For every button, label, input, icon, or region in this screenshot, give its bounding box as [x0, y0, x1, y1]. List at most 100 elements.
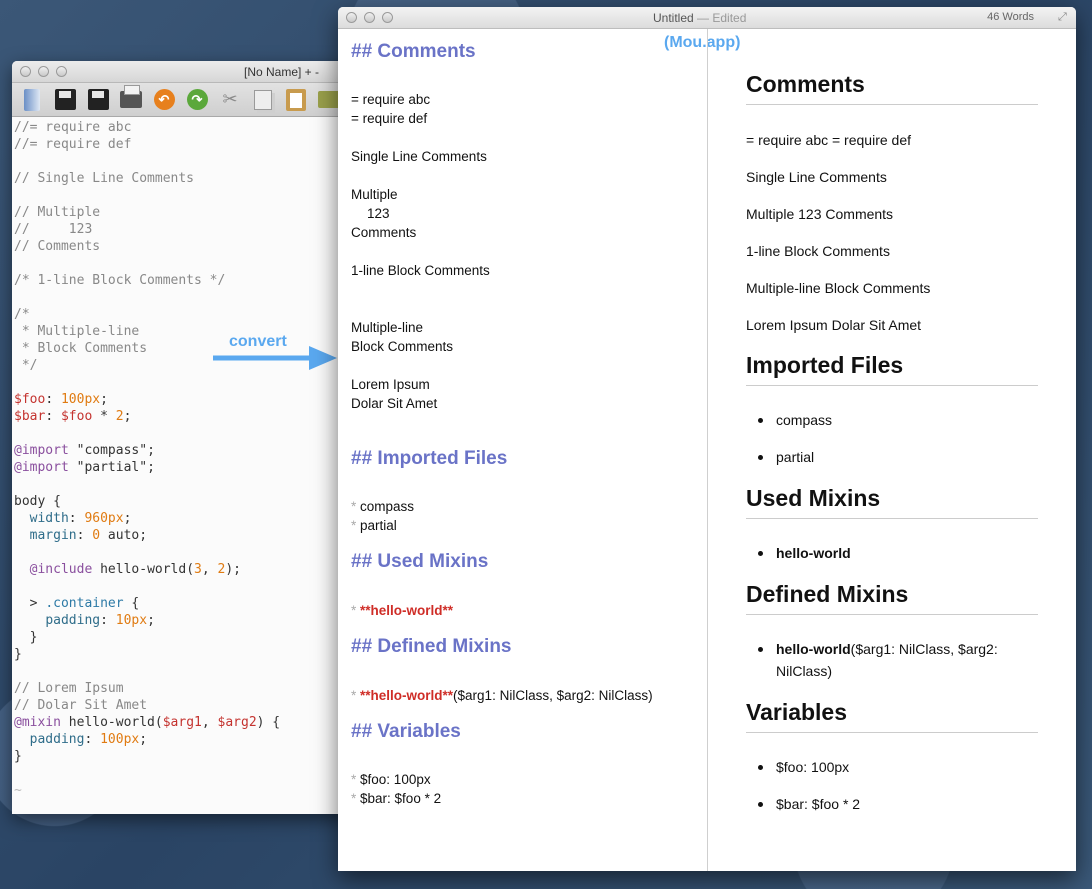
code-line: /* 1-line Block Comments */	[14, 273, 226, 288]
mou-window-title: Untitled — Edited	[653, 11, 746, 25]
preview-paragraph: Multiple-line Block Comments	[746, 280, 931, 296]
preview-list-item: hello-world	[758, 542, 851, 564]
preview-heading-defined-mixins: Defined Mixins	[746, 581, 1038, 615]
md-heading-used-mixins: ## Used Mixins	[351, 551, 489, 572]
redo-icon[interactable]: ↷	[185, 88, 209, 112]
code-line: // Lorem Ipsum	[14, 681, 124, 696]
paste-icon[interactable]	[284, 88, 308, 112]
arrow-right-icon	[213, 346, 337, 370]
preview-list-item: hello-world($arg1: NilClass, $arg2: NilC…	[758, 638, 1038, 682]
word-count: 46 Words	[987, 11, 1034, 23]
md-text: ($arg1: NilClass, $arg2: NilClass)	[453, 688, 653, 703]
code-line: }	[14, 630, 38, 645]
md-list-item: * **hello-world**	[351, 601, 453, 620]
code-line: * Multiple-line	[14, 324, 140, 339]
minimize-button[interactable]	[38, 66, 49, 77]
pane-divider[interactable]	[707, 29, 708, 871]
fullscreen-icon[interactable]: ⤢	[1058, 11, 1070, 23]
zoom-button[interactable]	[56, 66, 67, 77]
md-bold-text: **hello-world**	[360, 688, 454, 703]
list-marker: *	[351, 772, 357, 787]
preview-list-item: compass	[757, 409, 832, 431]
md-line: Comments	[351, 225, 417, 240]
md-text: compass	[360, 499, 415, 514]
md-line: Block Comments	[351, 339, 454, 354]
preview-list-item: $foo: 100px	[757, 756, 849, 778]
code-line: // Dolar Sit Amet	[14, 698, 148, 713]
code-line: //= require abc	[14, 120, 132, 135]
preview-paragraph: 1-line Block Comments	[746, 243, 890, 259]
md-heading-defined-mixins: ## Defined Mixins	[351, 636, 512, 657]
code-editor[interactable]: //= require abc //= require def // Single…	[12, 117, 372, 799]
code-line: @mixin hello-world($arg1, $arg2) {	[14, 715, 281, 730]
code-line: ~	[14, 783, 22, 798]
code-line: $bar: $foo * 2;	[14, 409, 132, 424]
preview-paragraph: Lorem Ipsum Dolar Sit Amet	[746, 317, 922, 333]
preview-paragraph: Multiple 123 Comments	[746, 206, 894, 222]
code-line: // Single Line Comments	[14, 171, 195, 186]
preview-heading-comments: Comments	[746, 71, 1038, 105]
preview-bold-text: hello-world	[776, 545, 851, 561]
preview-paragraph: Single Line Comments	[746, 169, 887, 185]
preview-paragraph: = require abc = require def	[746, 132, 911, 148]
cut-icon[interactable]: ✂	[218, 88, 242, 112]
md-list-item: * **hello-world**($arg1: NilClass, $arg2…	[351, 686, 653, 705]
list-marker: *	[351, 499, 357, 514]
code-line: // 123	[14, 222, 93, 237]
md-text: $bar: $foo * 2	[360, 791, 442, 806]
vim-titlebar: [No Name] + -	[12, 61, 372, 83]
preview-heading-imported: Imported Files	[746, 352, 1038, 386]
close-button[interactable]	[346, 12, 357, 23]
save-all-icon[interactable]	[86, 88, 110, 112]
print-icon[interactable]	[119, 85, 143, 112]
list-marker: *	[351, 518, 357, 533]
code-line: body {	[14, 494, 61, 509]
close-button[interactable]	[20, 66, 31, 77]
edited-status: — Edited	[693, 11, 747, 25]
preview-bold-text: hello-world	[776, 641, 851, 657]
zoom-button[interactable]	[382, 12, 393, 23]
list-marker: *	[351, 688, 357, 703]
document-title: Untitled	[653, 11, 694, 25]
new-doc-icon[interactable]	[20, 88, 44, 112]
preview-list-item: $bar: $foo * 2	[757, 793, 860, 815]
md-list-item: * $bar: $foo * 2	[351, 789, 441, 808]
code-line: @import "compass";	[14, 443, 155, 458]
code-line: padding: 10px;	[45, 613, 155, 628]
code-line: margin: 0 auto;	[29, 528, 148, 543]
window-controls	[346, 12, 393, 23]
code-line: }	[14, 647, 22, 662]
mou-app-annotation: (Mou.app)	[664, 34, 741, 51]
md-list-item: * $foo: 100px	[351, 770, 431, 789]
mou-editor-window: Untitled — Edited 46 Words ⤢ (Mou.app) #…	[338, 7, 1076, 871]
md-list-item: * compass	[351, 497, 414, 516]
vim-window-title: [No Name] + -	[244, 65, 320, 79]
code-line: }	[14, 749, 22, 764]
code-line: @import "partial";	[14, 460, 155, 475]
md-line: Single Line Comments	[351, 149, 487, 164]
md-heading-comments: ## Comments	[351, 41, 476, 62]
mou-titlebar: Untitled — Edited 46 Words ⤢	[338, 7, 1076, 29]
md-text: partial	[360, 518, 397, 533]
preview-list-item: partial	[757, 446, 814, 468]
md-line: Lorem Ipsum	[351, 377, 430, 392]
preview-heading-used-mixins: Used Mixins	[746, 485, 1038, 519]
minimize-button[interactable]	[364, 12, 375, 23]
code-line: padding: 100px;	[29, 732, 148, 747]
code-line: $foo: 100px;	[14, 392, 108, 407]
code-line: @include hello-world(3, 2);	[29, 562, 241, 577]
window-controls	[20, 66, 67, 77]
md-line: Multiple-line	[351, 320, 424, 335]
md-list-item: * partial	[351, 516, 397, 535]
copy-icon[interactable]	[251, 88, 275, 112]
code-line: width: 960px;	[29, 511, 132, 526]
save-icon[interactable]	[53, 88, 77, 112]
undo-icon[interactable]: ↶	[152, 88, 176, 112]
